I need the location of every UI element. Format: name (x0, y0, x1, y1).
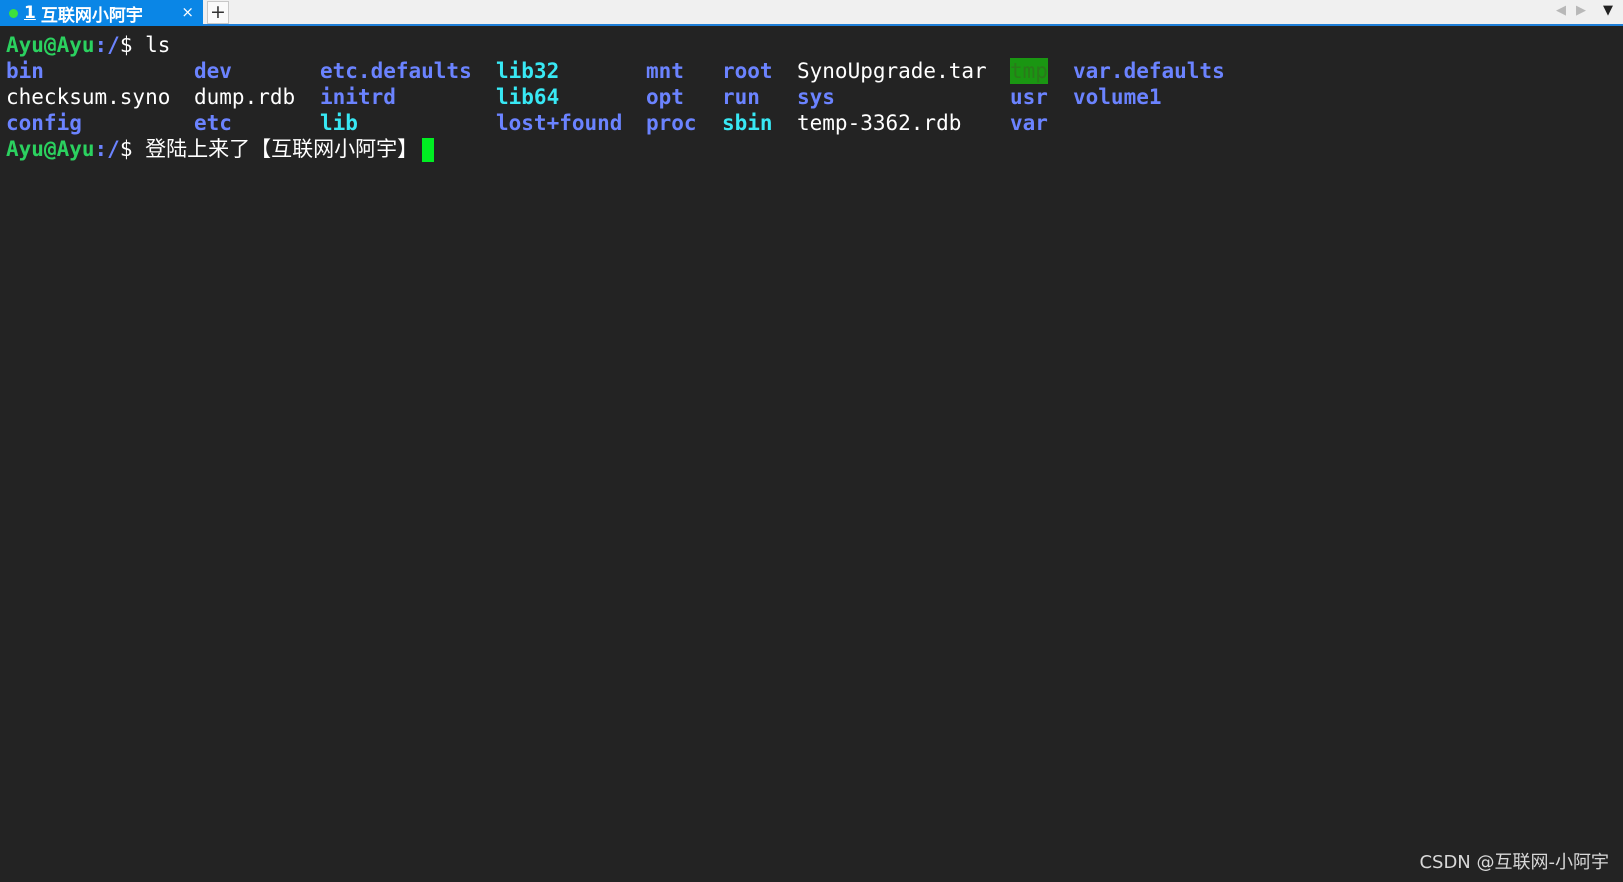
watermark: CSDN @互联网-小阿宇 (1419, 852, 1609, 873)
prompt-symbol: $ (119, 137, 146, 161)
command-text: ls (145, 33, 171, 57)
ls-entry: run (722, 85, 760, 109)
ls-entry: etc.defaults (320, 59, 472, 83)
ls-entry: var.defaults (1073, 59, 1225, 83)
typed-input-text: 登陆上来了【互联网小阿宇】 (145, 137, 419, 161)
ls-output-row: bin dev etc.defaults lib32 mnt root Syno… (6, 58, 1623, 84)
ls-entry: volume1 (1073, 85, 1162, 109)
ls-entry: dump.rdb (194, 85, 296, 109)
tab-bar: 1 互联网小阿宇 × + ◀ ▶ ▼ (0, 0, 1623, 26)
ls-entry: proc (646, 111, 697, 135)
ls-entry: dev (194, 59, 232, 83)
ls-entry: lib (320, 111, 358, 135)
session-tab[interactable]: 1 互联网小阿宇 × (0, 0, 203, 26)
text-cursor (422, 138, 435, 162)
scroll-tabs-right-icon[interactable]: ▶ (1576, 3, 1586, 18)
prompt-path: :/ (94, 33, 120, 57)
ls-entry: sys (797, 85, 835, 109)
ls-entry: config (6, 111, 82, 135)
ls-entry: lib64 (496, 85, 560, 109)
prompt-symbol: $ (119, 33, 146, 57)
ls-entry: lost+found (496, 111, 623, 135)
ls-output-row: config etc lib lost+found proc sbin temp… (6, 110, 1623, 136)
ls-output-row: checksum.syno dump.rdb initrd lib64 opt … (6, 84, 1623, 110)
tab-list-menu-icon[interactable]: ▼ (1603, 3, 1613, 18)
ls-entry: opt (646, 85, 684, 109)
scroll-tabs-left-icon[interactable]: ◀ (1556, 3, 1566, 18)
ls-entry: sbin (722, 111, 773, 135)
ls-entry: initrd (320, 85, 396, 109)
ls-entry: etc (194, 111, 232, 135)
ls-entry: root (722, 59, 773, 83)
ls-entry: SynoUpgrade.tar (797, 59, 987, 83)
ls-entry: temp-3362.rdb (797, 111, 962, 135)
prompt-line-current: Ayu@Ayu:/$ 登陆上来了【互联网小阿宇】 (6, 136, 1623, 162)
terminal-app: 1 互联网小阿宇 × + ◀ ▶ ▼ Ayu@Ayu:/$ ls bin dev… (0, 0, 1623, 882)
prompt-line-ls: Ayu@Ayu:/$ ls (6, 32, 1623, 58)
prompt-host: Ayu@Ayu (6, 33, 95, 57)
terminal-output[interactable]: Ayu@Ayu:/$ ls bin dev etc.defaults lib32… (6, 32, 1623, 882)
prompt-host: Ayu@Ayu (6, 137, 95, 161)
ls-entry: var (1010, 111, 1048, 135)
tab-title: 互联网小阿宇 (40, 5, 143, 26)
close-tab-icon[interactable]: × (181, 3, 194, 21)
connected-status-icon (9, 8, 18, 18)
prompt-path: :/ (94, 137, 120, 161)
ls-entry: tmp (1010, 58, 1048, 84)
ls-entry: checksum.syno (6, 85, 171, 109)
tab-number: 1 (24, 3, 36, 23)
ls-entry: lib32 (496, 59, 560, 83)
ls-entry: usr (1010, 85, 1048, 109)
new-tab-button[interactable]: + (207, 1, 229, 24)
ls-entry: bin (6, 59, 44, 83)
ls-entry: mnt (646, 59, 684, 83)
